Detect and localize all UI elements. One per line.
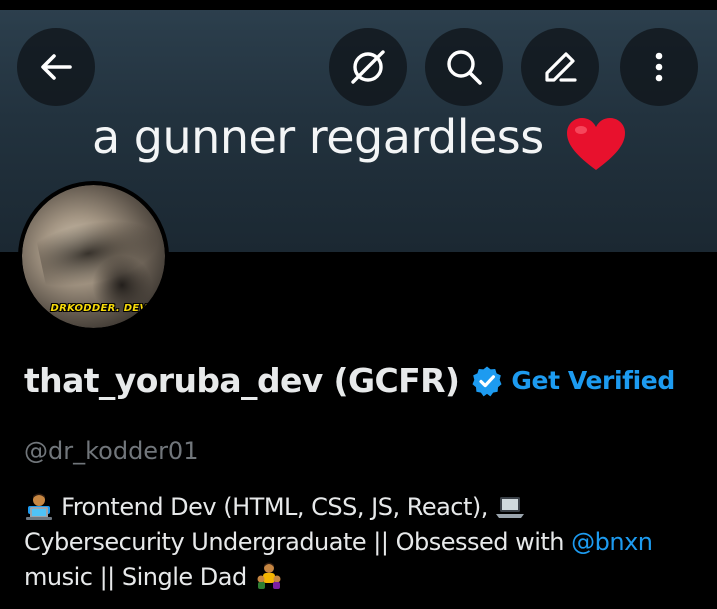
- profile-bio: Frontend Dev (HTML, CSS, JS, React), Cyb…: [24, 490, 704, 595]
- username-handle: @dr_kodder01: [24, 437, 199, 465]
- display-name: that_yoruba_dev (GCFR): [24, 361, 460, 400]
- arrow-left-icon: [41, 54, 72, 80]
- name-row: that_yoruba_dev (GCFR) Get Verified: [24, 361, 675, 400]
- avatar[interactable]: DRKODDER. DEV: [18, 181, 169, 332]
- laptop-emoji: [496, 497, 525, 518]
- bio-line-1: Frontend Dev (HTML, CSS, JS, React),: [24, 490, 704, 525]
- bio-line-3-text: music || Single Dad: [24, 563, 254, 591]
- family-emoji: [257, 562, 281, 589]
- technologist-emoji: [26, 493, 52, 520]
- banner-text: a gunner regardless: [92, 110, 544, 164]
- bio-line-3: music || Single Dad: [24, 560, 704, 595]
- search-button[interactable]: [425, 28, 503, 106]
- back-button[interactable]: [17, 28, 95, 106]
- avatar-photo: DRKODDER. DEV: [22, 185, 165, 328]
- status-strip: [0, 0, 717, 10]
- more-vertical-icon: [655, 52, 663, 82]
- edit-icon: [545, 52, 577, 82]
- search-icon: [447, 50, 482, 85]
- edit-button[interactable]: [521, 28, 599, 106]
- bio-line-2-text: Cybersecurity Undergraduate || Obsessed …: [24, 528, 572, 556]
- avatar-watermark: DRKODDER. DEV: [50, 303, 148, 314]
- heart-emoji: [567, 118, 625, 170]
- grok-icon: [351, 50, 385, 84]
- more-button[interactable]: [620, 28, 698, 106]
- mention-link[interactable]: @bnxn: [571, 528, 653, 556]
- verified-badge-icon[interactable]: [471, 365, 503, 397]
- get-verified-link[interactable]: Get Verified: [511, 366, 675, 395]
- grok-button[interactable]: [329, 28, 407, 106]
- bio-line-1-text: Frontend Dev (HTML, CSS, JS, React),: [61, 493, 488, 521]
- bio-line-2: Cybersecurity Undergraduate || Obsessed …: [24, 525, 704, 560]
